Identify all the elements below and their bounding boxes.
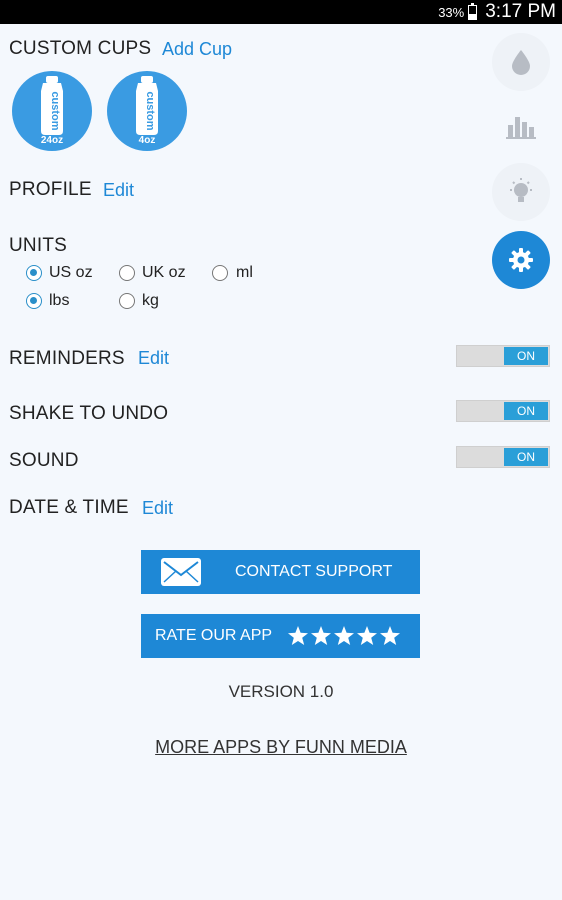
svg-text:custom: custom [49, 91, 61, 130]
lightbulb-icon [510, 178, 532, 202]
envelope-icon [161, 558, 201, 586]
date-time-edit-link[interactable]: Edit [142, 498, 173, 519]
radio-label-us-oz: US oz [49, 264, 93, 281]
profile-edit-link[interactable]: Edit [103, 180, 134, 201]
water-drop-icon [512, 50, 530, 75]
radio-uk-oz[interactable] [119, 265, 135, 281]
radio-label-lbs: lbs [49, 292, 70, 309]
bar-chart-icon [506, 117, 536, 139]
battery-icon [468, 2, 478, 20]
reminders-toggle[interactable]: ON [456, 345, 550, 367]
gear-icon [509, 248, 533, 272]
custom-cups-heading: CUSTOM CUPS [9, 38, 152, 59]
radio-label-kg: kg [142, 292, 159, 309]
toggle-on-label: ON [504, 347, 548, 365]
radio-kg[interactable] [119, 293, 135, 309]
cup-size-label: 4oz [138, 135, 156, 146]
rate-app-button[interactable]: RATE OUR APP [141, 614, 420, 658]
version-label: VERSION 1.0 [228, 682, 334, 701]
toggle-on-label: ON [504, 448, 548, 466]
svg-text:custom: custom [144, 91, 156, 130]
contact-support-button[interactable]: CONTACT SUPPORT [141, 550, 420, 594]
shake-to-undo-toggle[interactable]: ON [456, 400, 550, 422]
add-cup-link[interactable]: Add Cup [162, 39, 232, 60]
radio-lbs[interactable] [26, 293, 42, 309]
reminders-heading: REMINDERS [9, 348, 125, 369]
radio-label-uk-oz: UK oz [142, 264, 186, 281]
battery-percentage: 33% [438, 4, 465, 20]
date-time-heading: DATE & TIME [9, 497, 129, 518]
custom-cup-4oz[interactable]: custom 4oz [107, 71, 187, 151]
toggle-on-label: ON [504, 402, 548, 420]
status-bar: 33% 3:17 PM [0, 0, 562, 24]
side-nav-settings[interactable] [492, 231, 550, 289]
side-nav-stats[interactable] [492, 97, 550, 155]
five-stars-icon [288, 626, 401, 645]
side-nav-water[interactable] [492, 33, 550, 91]
cup-size-label: 24oz [40, 135, 64, 146]
status-time: 3:17 PM [485, 1, 556, 22]
contact-support-label: CONTACT SUPPORT [235, 563, 393, 580]
radio-us-oz[interactable] [26, 265, 42, 281]
radio-ml[interactable] [212, 265, 228, 281]
profile-heading: PROFILE [9, 179, 92, 200]
sound-heading: SOUND [9, 450, 79, 471]
more-apps-link[interactable]: MORE APPS BY FUNN MEDIA [0, 737, 562, 758]
rate-app-label: RATE OUR APP [155, 627, 273, 644]
sound-toggle[interactable]: ON [456, 446, 550, 468]
custom-cup-24oz[interactable]: custom 24oz [12, 71, 92, 151]
side-nav-tips[interactable] [492, 163, 550, 221]
units-heading: UNITS [9, 235, 67, 256]
radio-label-ml: ml [236, 264, 253, 281]
reminders-edit-link[interactable]: Edit [138, 348, 169, 369]
shake-to-undo-heading: SHAKE TO UNDO [9, 403, 169, 424]
